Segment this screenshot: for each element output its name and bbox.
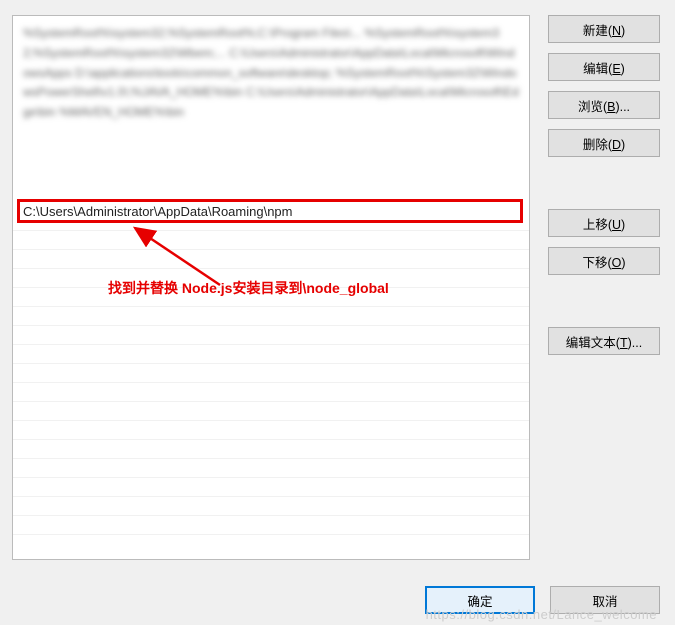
edit-button[interactable]: 编辑(E) — [548, 53, 660, 81]
path-listbox[interactable]: %SystemRoot%\system32;%SystemRoot%;C:\Pr… — [12, 15, 530, 560]
selected-path-text: C:\Users\Administrator\AppData\Roaming\n… — [23, 204, 293, 219]
new-button[interactable]: 新建(N) — [548, 15, 660, 43]
delete-button[interactable]: 删除(D) — [548, 129, 660, 157]
list-grid — [13, 230, 529, 559]
moveup-button[interactable]: 上移(U) — [548, 209, 660, 237]
watermark-text: https://blog.csdn.net/Lance_welcome — [426, 607, 657, 622]
browse-button[interactable]: 浏览(B)... — [548, 91, 660, 119]
blurred-entries: %SystemRoot%\system32;%SystemRoot%;C:\Pr… — [13, 16, 529, 131]
edittext-button[interactable]: 编辑文本(T)... — [548, 327, 660, 355]
sidebar-buttons: 新建(N) 编辑(E) 浏览(B)... 删除(D) 上移(U) 下移(O) 编… — [548, 15, 660, 560]
movedown-button[interactable]: 下移(O) — [548, 247, 660, 275]
selected-path-row[interactable]: C:\Users\Administrator\AppData\Roaming\n… — [17, 199, 523, 223]
